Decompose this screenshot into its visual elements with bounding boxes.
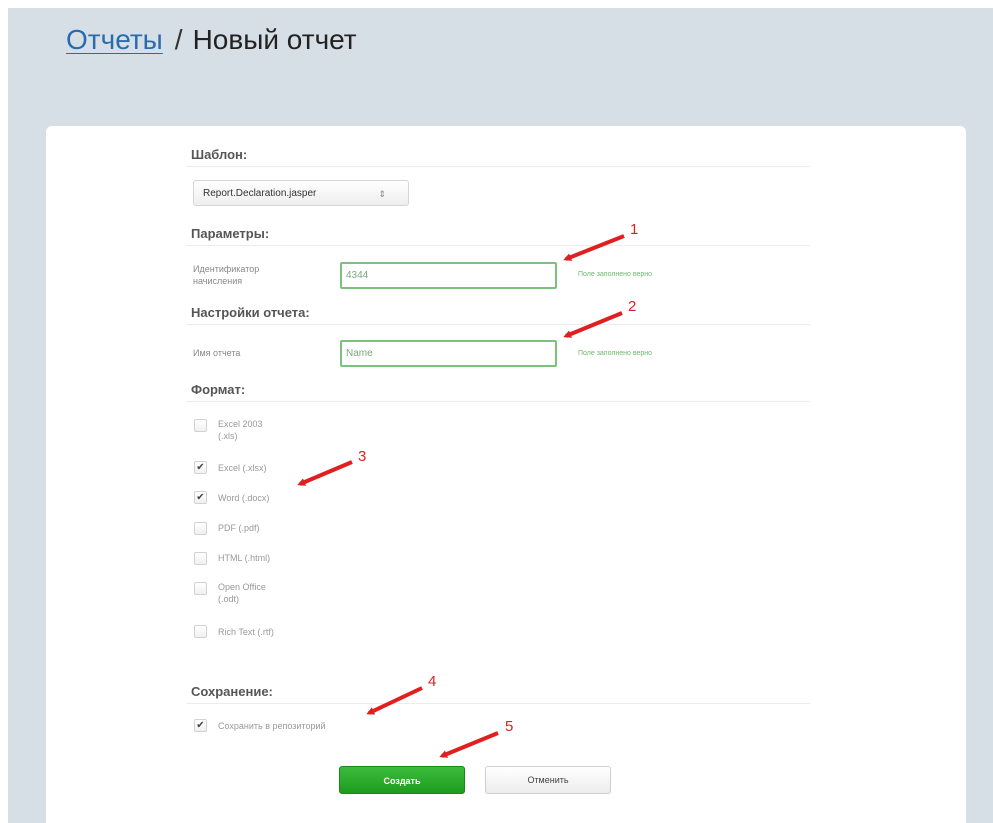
annotation-number-4: 4 [428, 673, 437, 690]
annotation-arrow-5 [439, 731, 499, 758]
annotation-arrow-2 [563, 311, 623, 338]
annotation-number-5: 5 [505, 718, 514, 735]
annotation-number-2: 2 [628, 298, 637, 315]
annotation-arrow-1 [563, 234, 625, 261]
annotation-number-3: 3 [358, 448, 367, 465]
annotation-arrows [297, 234, 625, 758]
annotation-arrow-3 [297, 460, 353, 486]
annotation-number-1: 1 [630, 221, 639, 238]
annotation-arrow-4 [366, 686, 423, 715]
